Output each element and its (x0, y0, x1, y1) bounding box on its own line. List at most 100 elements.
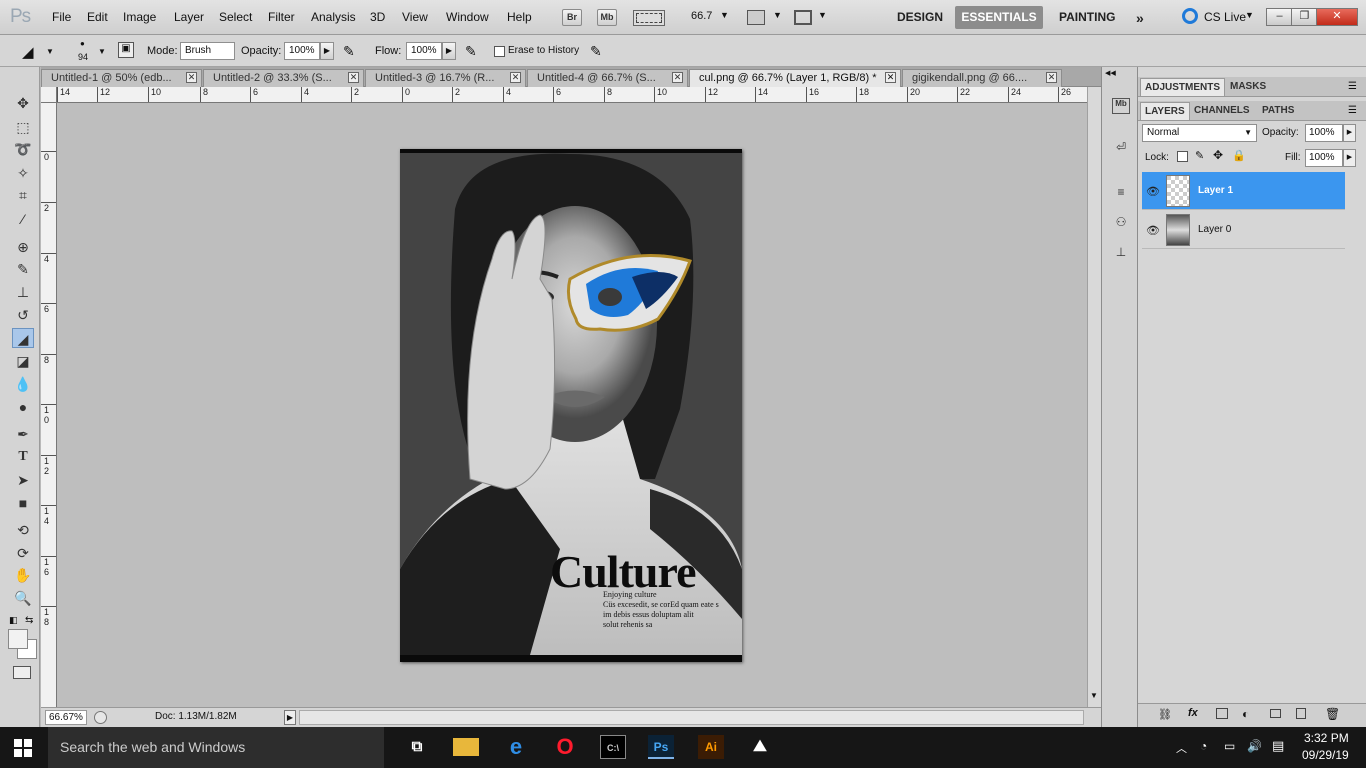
screen-mode-icon[interactable] (794, 10, 812, 25)
erase-history-checkbox[interactable] (494, 46, 505, 57)
mode-select[interactable]: Brush (180, 42, 235, 60)
screen-mode-dropdown-icon[interactable]: ▼ (818, 10, 827, 20)
bridge-button[interactable]: Br (562, 9, 582, 26)
tab-masks[interactable]: MASKS (1226, 78, 1270, 96)
paint-bucket-tool-icon[interactable]: ◪ (12, 351, 34, 371)
photos-icon[interactable]: ⛰ (747, 735, 773, 759)
scroll-down-icon[interactable]: ▼ (1090, 691, 1098, 700)
preset-dropdown-icon[interactable]: ▼ (46, 47, 54, 56)
vertical-scrollbar[interactable]: ▼ (1087, 87, 1101, 707)
brush-dropdown-icon[interactable]: ▼ (98, 47, 106, 56)
layer-row[interactable]: 👁 Layer 1 (1142, 172, 1345, 210)
view-extras-icon[interactable] (633, 10, 665, 26)
wifi-icon[interactable]: ◔ (1200, 739, 1207, 753)
tab-channels[interactable]: CHANNELS (1190, 102, 1254, 120)
document-canvas[interactable]: Culture Enjoying culture Cüs excesedit, … (400, 149, 742, 662)
3d-orbit-tool-icon[interactable]: ⟳ (12, 543, 34, 563)
blend-mode-select[interactable]: Normal ▼ (1142, 124, 1257, 142)
tab-untitled-1[interactable]: Untitled-1 @ 50% (edb... ✕ (41, 69, 202, 87)
swap-colors-icon[interactable]: ⇆ (25, 615, 33, 626)
tab-paths[interactable]: PATHS (1258, 102, 1298, 120)
close-window-button[interactable]: ✕ (1316, 8, 1358, 26)
menu-layer[interactable]: Layer (174, 10, 204, 24)
close-tab-icon[interactable]: ✕ (186, 72, 197, 83)
dodge-tool-icon[interactable]: ● (12, 397, 34, 417)
cs-live-label[interactable]: CS Live (1204, 10, 1246, 24)
eyedropper-tool-icon[interactable]: ⁄ (12, 209, 34, 229)
close-tab-icon[interactable]: ✕ (1046, 72, 1057, 83)
lock-image-icon[interactable]: ✎ (1195, 149, 1204, 162)
lasso-tool-icon[interactable]: ➰ (12, 139, 34, 159)
move-tool-icon[interactable]: ✥ (12, 93, 34, 113)
brush-tip-icon[interactable]: ● (80, 39, 85, 48)
marquee-tool-icon[interactable]: ⬚ (12, 117, 34, 137)
healing-brush-tool-icon[interactable]: ⊕ (12, 237, 34, 257)
hand-tool-icon[interactable]: ✋ (12, 565, 34, 585)
minimize-button[interactable]: – (1266, 8, 1293, 26)
lock-transparent-icon[interactable] (1177, 151, 1188, 162)
opera-icon[interactable]: O (552, 735, 578, 759)
work-status-icon[interactable] (94, 711, 107, 724)
history-brush-tool-icon[interactable]: ↺ (12, 305, 34, 325)
rectangle-tool-icon[interactable]: ■ (12, 493, 34, 513)
flow-input[interactable]: 100% (406, 42, 442, 60)
layer-opacity-slider-button[interactable]: ▶ (1343, 124, 1356, 142)
eye-icon[interactable]: 👁 (1146, 185, 1160, 198)
clock-date[interactable]: 09/29/19 (1302, 748, 1349, 762)
cs-live-icon[interactable] (1182, 8, 1198, 24)
pen-tool-icon[interactable]: ✒ (12, 424, 34, 444)
menu-view[interactable]: View (402, 10, 428, 24)
tab-untitled-4[interactable]: Untitled-4 @ 66.7% (S... ✕ (527, 69, 688, 87)
blur-tool-icon[interactable]: 💧 (12, 374, 34, 394)
close-tab-icon[interactable]: ✕ (510, 72, 521, 83)
fx-icon[interactable]: fx (1188, 707, 1198, 719)
new-layer-icon[interactable] (1296, 708, 1306, 719)
clone-stamp-tool-icon[interactable]: ⊥ (12, 282, 34, 302)
restore-button[interactable]: ❐ (1291, 8, 1318, 26)
menu-window[interactable]: Window (446, 10, 489, 24)
command-prompt-icon[interactable]: C:\ (600, 735, 626, 759)
brush-tool-icon[interactable]: ✎ (12, 259, 34, 279)
windows-start-icon[interactable] (14, 739, 32, 757)
menu-help[interactable]: Help (507, 10, 532, 24)
flow-slider-button[interactable]: ▶ (442, 42, 456, 60)
more-workspaces-icon[interactable]: » (1136, 10, 1144, 26)
mini-bridge-panel-icon[interactable]: Mb (1112, 98, 1130, 114)
crop-tool-icon[interactable]: ⌗ (12, 185, 34, 205)
illustrator-icon[interactable]: Ai (698, 735, 724, 759)
vertical-ruler[interactable]: 0 2 4 6 8 1 0 1 2 1 4 1 6 1 8 (41, 103, 57, 707)
quick-select-tool-icon[interactable]: ✧ (12, 163, 34, 183)
type-tool-icon[interactable]: T (12, 447, 34, 467)
tab-layers[interactable]: LAYERS (1140, 102, 1190, 120)
menu-3d[interactable]: 3D (370, 10, 385, 24)
menu-image[interactable]: Image (123, 10, 156, 24)
layers-menu-icon[interactable]: ☰ (1348, 105, 1357, 116)
workspace-painting[interactable]: PAINTING (1059, 10, 1115, 24)
layer-name[interactable]: Layer 0 (1198, 224, 1231, 235)
photoshop-taskbar-icon[interactable]: Ps (648, 735, 674, 759)
menu-file[interactable]: File (52, 10, 71, 24)
panel-menu-icon[interactable]: ☰ (1348, 81, 1357, 92)
tab-untitled-3[interactable]: Untitled-3 @ 16.7% (R... ✕ (365, 69, 526, 87)
arrange-dropdown-icon[interactable]: ▼ (773, 10, 782, 20)
layer-name[interactable]: Layer 1 (1198, 185, 1233, 196)
brush-panel-toggle-icon[interactable]: ▣ (118, 42, 134, 58)
tool-presets-icon[interactable]: ⊥ (1112, 245, 1130, 261)
3d-rotate-tool-icon[interactable]: ⟲ (12, 520, 34, 540)
close-tab-icon[interactable]: ✕ (672, 72, 683, 83)
tab-gigikendall-png[interactable]: gigikendall.png @ 66.... ✕ (902, 69, 1062, 87)
menu-filter[interactable]: Filter (268, 10, 295, 24)
zoom-dropdown-icon[interactable]: ▼ (720, 10, 729, 20)
close-tab-icon[interactable]: ✕ (348, 72, 359, 83)
eraser-tool-preset-icon[interactable]: ◢ (22, 43, 34, 61)
zoom-tool-icon[interactable]: 🔍 (12, 588, 34, 608)
show-hidden-icons-icon[interactable]: ︿ (1176, 740, 1187, 756)
volume-icon[interactable]: 🔊 (1247, 739, 1262, 753)
quick-mask-icon[interactable] (13, 666, 31, 679)
foreground-color-swatch[interactable] (8, 629, 28, 649)
menu-edit[interactable]: Edit (87, 10, 108, 24)
layer-opacity-input[interactable]: 100% (1305, 124, 1343, 142)
workspace-essentials[interactable]: ESSENTIALS (955, 6, 1043, 29)
arrange-documents-icon[interactable] (747, 10, 765, 25)
clone-source-icon[interactable]: ⚇ (1112, 215, 1130, 231)
